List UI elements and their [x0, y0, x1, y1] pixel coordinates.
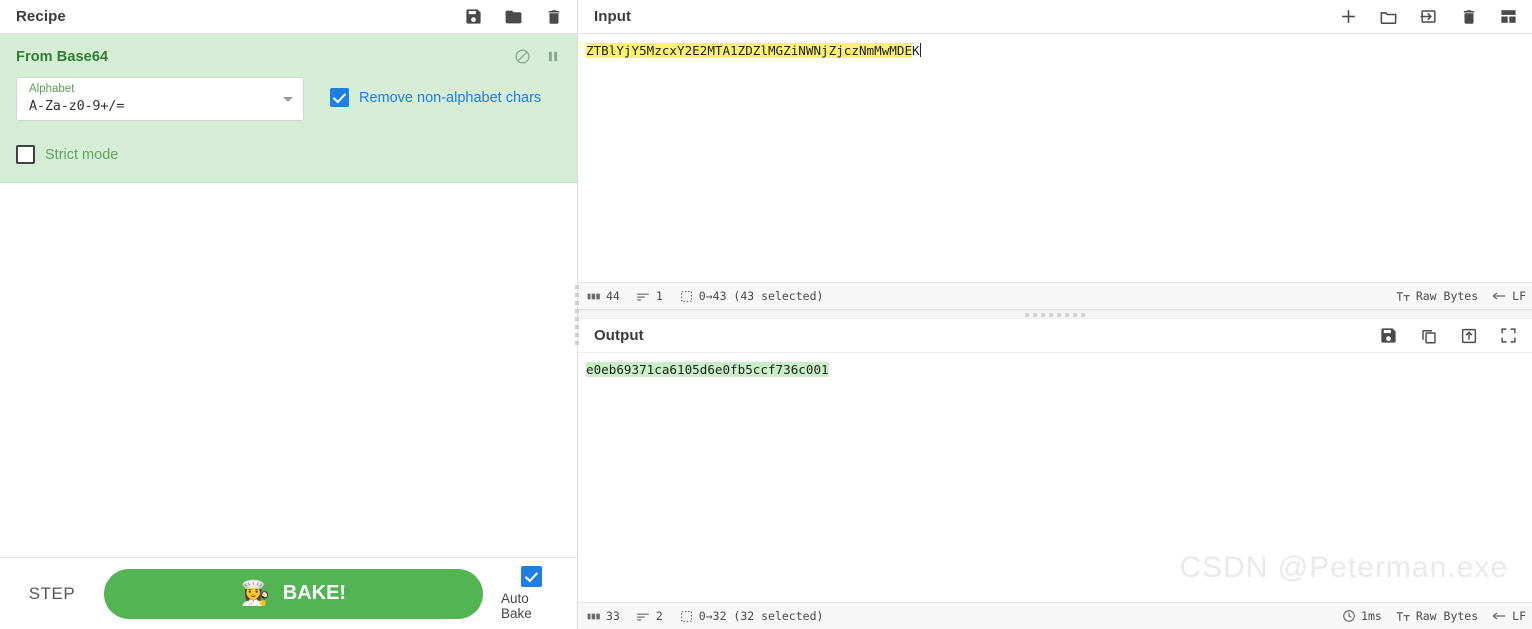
output-text-line[interactable]: e0eb69371ca6105d6e0fb5ccf736c001	[586, 361, 1524, 378]
selection-icon	[679, 289, 694, 304]
add-input-tab-icon[interactable]	[1339, 7, 1358, 26]
clear-recipe-icon[interactable]	[544, 7, 563, 26]
selection-icon	[679, 609, 694, 624]
bake-button-label: BAKE!	[282, 582, 347, 604]
input-toolbar	[1339, 7, 1518, 26]
bake-time-group: 1ms	[1341, 609, 1382, 624]
output-length-group: 33	[586, 609, 620, 624]
step-button[interactable]: STEP	[0, 584, 104, 604]
checkbox-checked-icon[interactable]	[330, 88, 349, 107]
input-unselected-text: K	[912, 43, 920, 58]
input-length-group: 44	[586, 289, 620, 304]
clear-io-icon[interactable]	[1459, 7, 1478, 26]
input-title-bar: Input	[578, 0, 1532, 34]
chef-icon: 👩‍🍳	[240, 579, 271, 607]
recipe-pane: Recipe From Base64 Alphabet A-Za-z0-9+/=…	[0, 0, 579, 629]
input-lines-group: 1	[636, 289, 663, 304]
recipe-io-splitter[interactable]	[572, 0, 582, 629]
operation-controls	[514, 48, 561, 65]
remove-non-alphabet-chars-checkbox[interactable]: Remove non-alphabet chars	[330, 88, 541, 107]
input-lines-value: 1	[655, 289, 663, 303]
output-encoding-group[interactable]: Raw Bytes	[1396, 609, 1478, 624]
bake-time-value: 1ms	[1361, 609, 1382, 623]
open-folder-as-input-icon[interactable]	[1419, 7, 1438, 26]
cyberchef-app: Recipe From Base64 Alphabet A-Za-z0-9+/=…	[0, 0, 1532, 629]
output-selection-group: 0→32 (32 selected)	[679, 609, 824, 624]
alphabet-value: A-Za-z0-9+/=	[29, 98, 125, 114]
save-recipe-icon[interactable]	[464, 7, 483, 26]
copy-output-icon[interactable]	[1419, 326, 1438, 345]
output-title: Output	[594, 327, 644, 344]
line-ending-icon	[1492, 609, 1507, 624]
character-count-icon	[586, 609, 601, 624]
input-text-line[interactable]: ZTBlYjY5MzcxY2E2MTA1ZDZlMGZiNWNjZjczNmMw…	[586, 42, 1524, 59]
checkbox-checked-icon[interactable]	[520, 566, 542, 587]
recipe-title: Recipe	[16, 8, 66, 25]
recipe-operation-list[interactable]	[0, 183, 577, 557]
output-eol-group[interactable]: LF	[1492, 609, 1526, 624]
input-eol-group[interactable]: LF	[1492, 289, 1526, 304]
line-count-icon	[636, 289, 651, 304]
save-output-icon[interactable]	[1379, 326, 1398, 345]
output-section: Output e0eb69371ca6105d6e0fb5ccf736c001 …	[578, 319, 1532, 629]
recipe-toolbar	[464, 7, 563, 26]
bake-time-icon	[1341, 609, 1356, 624]
output-toolbar	[1379, 326, 1518, 345]
character-count-icon	[586, 289, 601, 304]
auto-bake-toggle[interactable]: Auto Bake	[501, 566, 561, 621]
input-length-value: 44	[606, 289, 620, 303]
input-title: Input	[594, 8, 632, 25]
input-editor[interactable]: ZTBlYjY5MzcxY2E2MTA1ZDZlMGZiNWNjZjczNmMw…	[578, 34, 1532, 282]
input-selection-group: 0→43 (43 selected)	[679, 289, 824, 304]
auto-bake-label: Auto Bake	[501, 591, 532, 621]
line-ending-icon	[1492, 289, 1507, 304]
chevron-down-icon[interactable]	[283, 97, 293, 102]
output-lines-group: 2	[636, 609, 663, 624]
output-editor[interactable]: e0eb69371ca6105d6e0fb5ccf736c001	[578, 353, 1532, 602]
output-eol-value: LF	[1512, 609, 1526, 623]
output-selection-value: 0→32 (32 selected)	[698, 609, 824, 623]
alphabet-label: Alphabet	[29, 83, 75, 95]
maximise-output-icon[interactable]	[1499, 326, 1518, 345]
strict-mode-checkbox[interactable]: Strict mode	[0, 145, 577, 164]
strict-mode-label: Strict mode	[45, 146, 119, 163]
input-encoding-group[interactable]: Raw Bytes	[1396, 289, 1478, 304]
bake-bar: STEP 👩‍🍳 BAKE! Auto Bake	[0, 557, 577, 629]
replace-input-with-output-icon[interactable]	[1459, 326, 1478, 345]
recipe-title-bar: Recipe	[0, 0, 577, 34]
line-count-icon	[636, 609, 651, 624]
splitter-grip	[575, 284, 579, 345]
input-section: Input ZTBlYjY5MzcxY2E2MTA1ZDZlMGZiNWNjZj…	[578, 0, 1532, 310]
input-selection-value: 0→43 (43 selected)	[698, 289, 824, 303]
open-file-icon[interactable]	[1379, 7, 1398, 26]
pause-breakpoint-icon[interactable]	[544, 48, 561, 65]
bake-button[interactable]: 👩‍🍳 BAKE!	[104, 568, 483, 619]
input-output-splitter[interactable]	[578, 310, 1532, 319]
output-lines-value: 2	[655, 609, 663, 623]
output-encoding-value: Raw Bytes	[1415, 609, 1479, 623]
operation-title: From Base64	[16, 48, 109, 65]
output-length-value: 33	[606, 609, 620, 623]
character-encoding-icon	[1396, 609, 1411, 624]
operation-arguments: Alphabet A-Za-z0-9+/= Remove non-alphabe…	[0, 67, 577, 121]
input-selected-text: ZTBlYjY5MzcxY2E2MTA1ZDZlMGZiNWNjZjczNmMw…	[586, 43, 913, 58]
io-pane: Input ZTBlYjY5MzcxY2E2MTA1ZDZlMGZiNWNjZj…	[578, 0, 1532, 629]
reset-pane-layout-icon[interactable]	[1499, 7, 1518, 26]
alphabet-select[interactable]: Alphabet A-Za-z0-9+/=	[16, 77, 304, 121]
disable-operation-icon[interactable]	[514, 48, 531, 65]
splitter-grip	[1025, 312, 1085, 317]
output-title-bar: Output	[578, 319, 1532, 353]
output-text: e0eb69371ca6105d6e0fb5ccf736c001	[586, 362, 829, 377]
input-status-bar: 44 1 0→43 (43 selected) Raw Bytes LF	[578, 282, 1532, 309]
output-status-bar: 33 2 0→32 (32 selected) 1ms Raw Bytes LF	[578, 602, 1532, 629]
remove-non-alphabet-chars-label: Remove non-alphabet chars	[359, 89, 542, 106]
load-recipe-icon[interactable]	[504, 7, 523, 26]
operation-header: From Base64	[0, 34, 577, 67]
input-eol-value: LF	[1512, 289, 1526, 303]
text-caret	[919, 43, 921, 57]
input-encoding-value: Raw Bytes	[1415, 289, 1479, 303]
character-encoding-icon	[1396, 289, 1411, 304]
checkbox-unchecked-icon[interactable]	[16, 145, 35, 164]
operation-from-base64[interactable]: From Base64 Alphabet A-Za-z0-9+/= Remove…	[0, 34, 577, 183]
